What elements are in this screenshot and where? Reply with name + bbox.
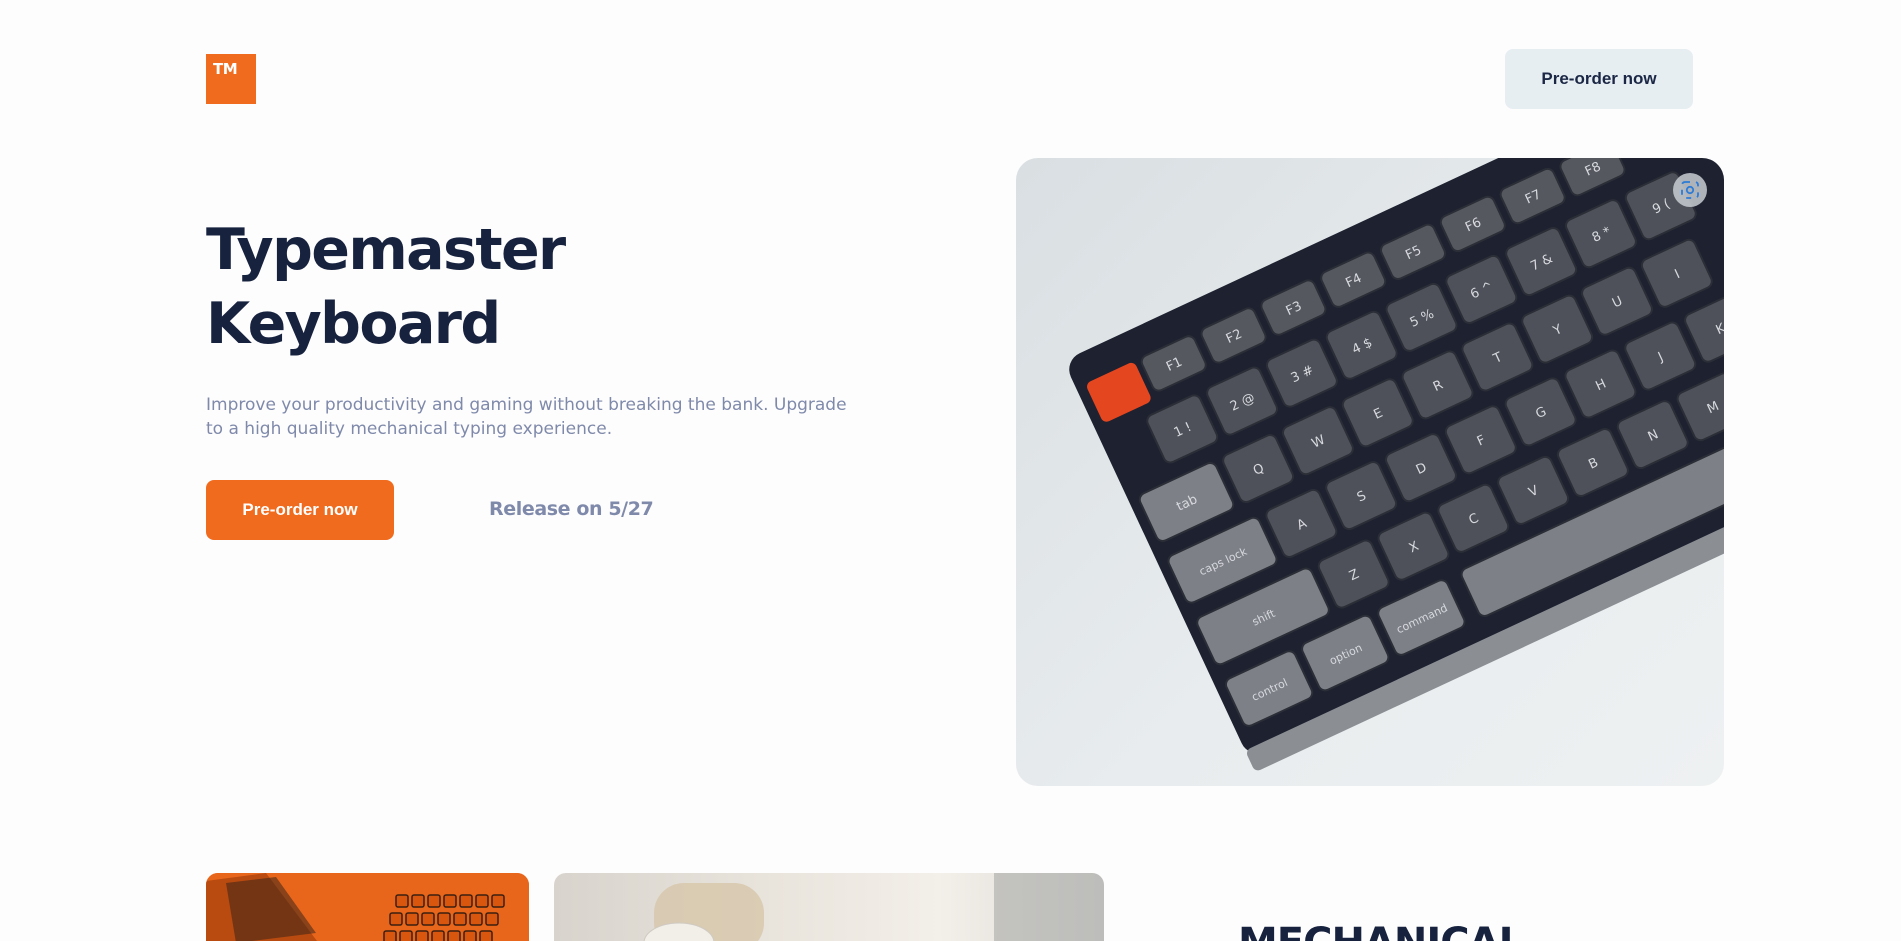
- hero-preorder-button[interactable]: Pre-order now: [206, 480, 394, 540]
- orange-keycap: [479, 930, 493, 941]
- orange-keycap: [469, 912, 483, 926]
- orange-keycap: [485, 912, 499, 926]
- orange-keycap: [405, 912, 419, 926]
- orange-keycap: [383, 930, 397, 941]
- feature-card-orange-keyboard: [206, 873, 529, 941]
- orange-keycap: [491, 894, 505, 908]
- orange-keycap: [453, 912, 467, 926]
- orange-keycap: [437, 912, 451, 926]
- orange-keycap: [443, 894, 457, 908]
- orange-keycap: [463, 930, 477, 941]
- keyboard-illustration: F1F2F3F4F5F6F7F81 !2 @3 #4 $5 %6 ^7 &8 *…: [1069, 158, 1724, 771]
- hero-title-line-1: Typemaster: [206, 217, 566, 283]
- hero-keyboard-image: F1 F2 F3 F4 F5 F6 F7 F8 1 ! 2 @3 #4 $5 % 6 ^ 7 & 8 *…: [1016, 158, 1724, 786]
- header-preorder-button[interactable]: Pre-order now: [1505, 49, 1693, 109]
- feature-card-desk-photo: [554, 873, 1104, 941]
- orange-keycap: [459, 894, 473, 908]
- release-date-text: Release on 5/27: [489, 498, 654, 520]
- orange-keycap: [411, 894, 425, 908]
- orange-keycap: [389, 912, 403, 926]
- hero-title-line-2: Keyboard: [206, 291, 501, 357]
- hero-description: Improve your productivity and gaming wit…: [206, 395, 847, 439]
- orange-keycap: [395, 894, 409, 908]
- brand-logo[interactable]: TM: [206, 54, 256, 104]
- desk-photo-illustration: [643, 873, 1104, 941]
- orange-keycap: [475, 894, 489, 908]
- features-section-title: MECHANICAL: [1238, 920, 1524, 941]
- brand-logo-text: TM: [213, 60, 238, 78]
- orange-keyboard-illustration: [206, 873, 529, 941]
- orange-keycap: [415, 930, 429, 941]
- visual-search-icon[interactable]: [1673, 173, 1707, 207]
- orange-keycap: [421, 912, 435, 926]
- orange-keycap: [447, 930, 461, 941]
- orange-keycap: [399, 930, 413, 941]
- orange-keycap: [431, 930, 445, 941]
- orange-keycap: [427, 894, 441, 908]
- hero-title: Typemaster Keyboard: [206, 213, 566, 361]
- camera-search-icon: [1681, 181, 1699, 199]
